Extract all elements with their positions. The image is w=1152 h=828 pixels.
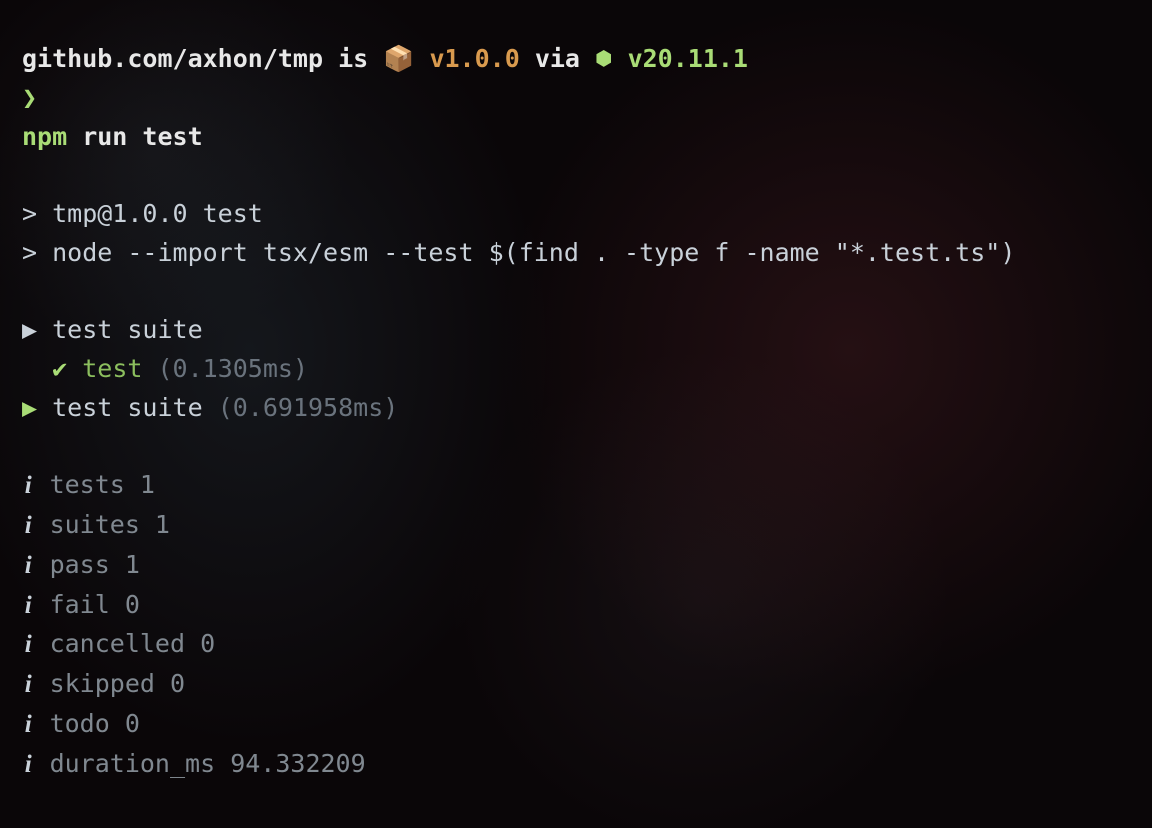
summary-line-tests: i tests 1 bbox=[22, 466, 1130, 506]
blank-line bbox=[22, 273, 1130, 312]
info-icon: i bbox=[22, 626, 35, 665]
indent bbox=[22, 354, 52, 383]
summary-line-todo: i todo 0 bbox=[22, 705, 1130, 745]
summary-line-fail: i fail 0 bbox=[22, 586, 1130, 626]
package-icon: 📦 bbox=[383, 44, 414, 73]
summary-line-duration_ms: i duration_ms 94.332209 bbox=[22, 745, 1130, 785]
test-suite-start: ▶ test suite bbox=[22, 311, 1130, 350]
summary-label: fail bbox=[50, 590, 125, 619]
npm-script-command: > node --import tsx/esm --test $(find . … bbox=[22, 234, 1130, 273]
info-icon: i bbox=[22, 706, 35, 745]
is-text: is bbox=[323, 44, 383, 73]
summary-value: 1 bbox=[155, 510, 170, 539]
summary-value: 1 bbox=[125, 550, 140, 579]
summary-label: duration_ms bbox=[50, 749, 231, 778]
test-result-line: ✔ test (0.1305ms) bbox=[22, 350, 1130, 389]
suite-duration: (0.691958ms) bbox=[203, 393, 399, 422]
info-icon: i bbox=[22, 666, 35, 705]
triangle-icon: ▶ bbox=[22, 393, 37, 422]
test-suite-end: ▶ test suite (0.691958ms) bbox=[22, 389, 1130, 428]
summary-label: suites bbox=[50, 510, 155, 539]
package-version: v1.0.0 bbox=[429, 44, 519, 73]
summary-label: tests bbox=[50, 470, 140, 499]
info-icon: i bbox=[22, 547, 35, 586]
suite-name: test suite bbox=[52, 393, 203, 422]
terminal-window[interactable]: github.com/axhon/tmp is 📦 v1.0.0 via ⬢ v… bbox=[22, 40, 1130, 784]
suite-name: test suite bbox=[52, 315, 203, 344]
summary-label: skipped bbox=[50, 669, 170, 698]
prompt-line-1: github.com/axhon/tmp is 📦 v1.0.0 via ⬢ v… bbox=[22, 40, 1130, 79]
summary-line-pass: i pass 1 bbox=[22, 546, 1130, 586]
info-icon: i bbox=[22, 507, 35, 546]
npm-script-header: > tmp@1.0.0 test bbox=[22, 195, 1130, 234]
summary-value: 0 bbox=[125, 709, 140, 738]
summary-label: todo bbox=[50, 709, 125, 738]
summary-label: cancelled bbox=[50, 629, 201, 658]
summary-value: 1 bbox=[140, 470, 155, 499]
node-version: v20.11.1 bbox=[628, 44, 748, 73]
info-icon: i bbox=[22, 587, 35, 626]
summary-value: 94.332209 bbox=[230, 749, 365, 778]
command-line[interactable]: npm run test bbox=[22, 118, 1130, 157]
summary-line-skipped: i skipped 0 bbox=[22, 665, 1130, 705]
node-icon: ⬢ bbox=[595, 46, 612, 70]
test-duration: (0.1305ms) bbox=[142, 354, 308, 383]
info-icon: i bbox=[22, 467, 35, 506]
prompt-char: ❯ bbox=[22, 83, 37, 112]
triangle-icon: ▶ bbox=[22, 315, 37, 344]
via-text: via bbox=[520, 44, 595, 73]
summary-label: pass bbox=[50, 550, 125, 579]
check-icon: ✔ bbox=[52, 354, 67, 383]
command-args: run test bbox=[67, 122, 202, 151]
blank-line bbox=[22, 428, 1130, 467]
summary-value: 0 bbox=[200, 629, 215, 658]
test-name: test bbox=[67, 354, 142, 383]
summary-value: 0 bbox=[125, 590, 140, 619]
test-summary: i tests 1i suites 1i pass 1i fail 0i can… bbox=[22, 466, 1130, 784]
blank-line bbox=[22, 156, 1130, 195]
command-name: npm bbox=[22, 122, 67, 151]
prompt-line-2: ❯ bbox=[22, 79, 1130, 118]
repo-path: github.com/axhon/tmp bbox=[22, 44, 323, 73]
summary-line-suites: i suites 1 bbox=[22, 506, 1130, 546]
info-icon: i bbox=[22, 746, 35, 785]
summary-value: 0 bbox=[170, 669, 185, 698]
summary-line-cancelled: i cancelled 0 bbox=[22, 625, 1130, 665]
